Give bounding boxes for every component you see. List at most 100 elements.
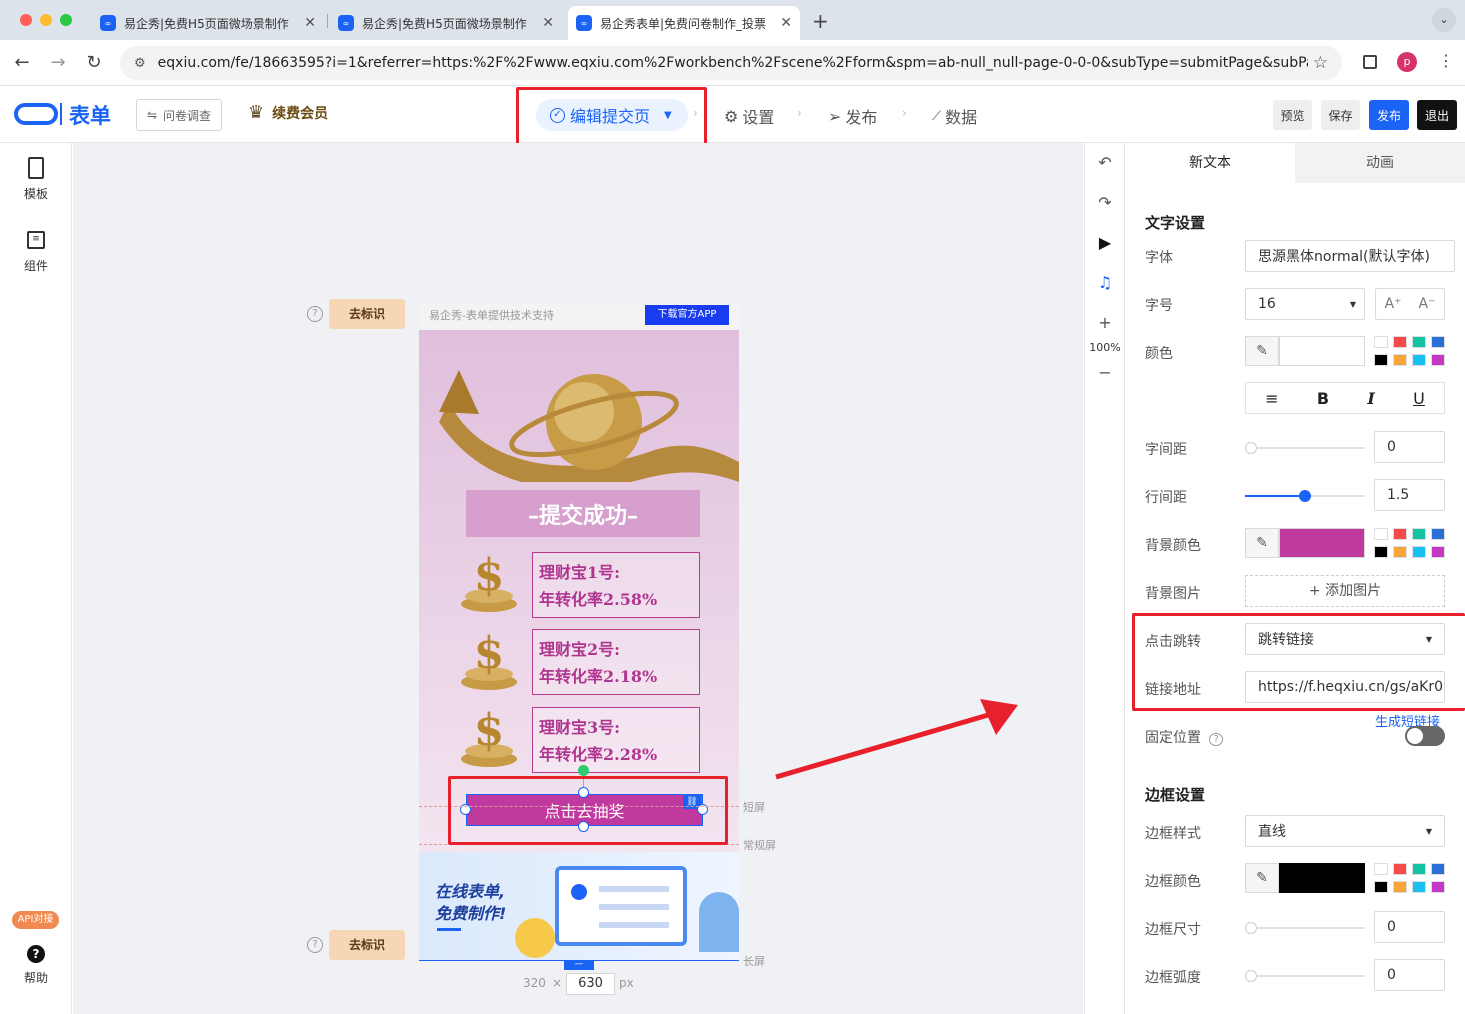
- palette-color[interactable]: [1393, 881, 1407, 893]
- eyedropper-icon[interactable]: ✎: [1245, 863, 1279, 893]
- palette-color[interactable]: [1393, 546, 1407, 558]
- tab-new-text[interactable]: 新文本: [1125, 143, 1295, 183]
- palette-color[interactable]: [1431, 528, 1445, 540]
- palette-color[interactable]: [1393, 528, 1407, 540]
- palette-color[interactable]: [1412, 863, 1426, 875]
- palette-color[interactable]: [1412, 336, 1426, 348]
- letter-spacing-input[interactable]: 0: [1374, 431, 1445, 463]
- redo-icon[interactable]: ↷: [1085, 193, 1125, 212]
- palette-color[interactable]: [1374, 863, 1388, 875]
- exit-button[interactable]: 退出: [1417, 100, 1457, 130]
- rotate-handle[interactable]: [578, 765, 589, 776]
- palette-color[interactable]: [1431, 881, 1445, 893]
- eyedropper-icon[interactable]: ✎: [1245, 336, 1279, 366]
- decrease-font-button[interactable]: A⁻: [1419, 296, 1436, 312]
- free-form-banner[interactable]: 在线表单, 免费制作!: [419, 852, 739, 960]
- bg-color-swatch[interactable]: [1279, 528, 1365, 558]
- question-icon[interactable]: ?: [307, 306, 323, 322]
- forward-icon[interactable]: →: [47, 52, 69, 73]
- undo-icon[interactable]: ↶: [1085, 153, 1125, 172]
- border-color-swatch[interactable]: [1279, 863, 1365, 893]
- letter-spacing-slider[interactable]: [1245, 442, 1365, 454]
- palette-color[interactable]: [1374, 354, 1388, 366]
- tab-search-chevron-icon[interactable]: ⌄: [1432, 8, 1456, 32]
- height-drag-handle[interactable]: —: [564, 960, 594, 970]
- browser-menu-icon[interactable]: ⋮: [1438, 51, 1454, 70]
- remove-mark-button-top[interactable]: 去标识: [329, 299, 405, 329]
- profile-avatar[interactable]: p: [1397, 52, 1417, 72]
- site-info-icon[interactable]: ⚙: [134, 56, 146, 71]
- palette-color[interactable]: [1374, 336, 1388, 348]
- slider-knob[interactable]: [1245, 922, 1257, 934]
- address-bar[interactable]: ⚙ eqxiu.com/fe/18663595?i=1&referrer=htt…: [120, 46, 1342, 80]
- download-app-button[interactable]: 下载官方APP: [645, 305, 729, 325]
- sidebar-item-components[interactable]: ≡ 组件: [0, 231, 72, 274]
- palette-color[interactable]: [1431, 354, 1445, 366]
- question-icon[interactable]: ?: [307, 937, 323, 953]
- eyedropper-icon[interactable]: ✎: [1245, 528, 1279, 558]
- save-button[interactable]: 保存: [1321, 100, 1360, 130]
- vip-renew-button[interactable]: ♛ 续费会员: [248, 102, 328, 123]
- question-icon[interactable]: ?: [1209, 733, 1223, 746]
- align-center-icon[interactable]: ≡: [1265, 389, 1278, 408]
- bold-button[interactable]: B: [1317, 389, 1329, 408]
- new-tab-button[interactable]: +: [812, 9, 829, 33]
- border-size-input[interactable]: 0: [1374, 911, 1445, 943]
- canvas-height-input[interactable]: 630: [566, 973, 615, 995]
- border-style-select[interactable]: 直线 ▼: [1245, 815, 1445, 847]
- tab-animation[interactable]: 动画: [1295, 143, 1465, 183]
- zoom-out-icon[interactable]: −: [1085, 363, 1125, 382]
- text-color-swatch[interactable]: [1279, 336, 1365, 366]
- survey-switch-button[interactable]: ⇋ 问卷调查: [136, 99, 222, 131]
- api-badge[interactable]: API对接: [12, 911, 59, 929]
- back-icon[interactable]: ←: [11, 52, 33, 73]
- browser-tab-3[interactable]: ∞ 易企秀表单|免费问卷制作_投票 ✕: [568, 6, 800, 40]
- minimize-window-button[interactable]: [40, 14, 52, 26]
- help-button[interactable]: ? 帮助: [0, 945, 72, 986]
- border-radius-input[interactable]: 0: [1374, 959, 1445, 991]
- palette-color[interactable]: [1412, 546, 1426, 558]
- bookmark-star-icon[interactable]: ☆: [1313, 53, 1328, 73]
- line-height-slider[interactable]: [1245, 490, 1365, 502]
- palette-color[interactable]: [1374, 546, 1388, 558]
- remove-mark-button-bottom[interactable]: 去标识: [329, 930, 405, 960]
- palette-color[interactable]: [1412, 528, 1426, 540]
- browser-tab-2[interactable]: ∞ 易企秀|免费H5页面微场景制作 ✕: [330, 6, 562, 40]
- sidebar-item-templates[interactable]: 模板: [0, 157, 72, 202]
- close-tab-icon[interactable]: ✕: [304, 15, 316, 31]
- zoom-in-icon[interactable]: +: [1085, 313, 1125, 332]
- palette-color[interactable]: [1374, 881, 1388, 893]
- publish-button[interactable]: 发布: [1369, 100, 1409, 130]
- close-tab-icon[interactable]: ✕: [542, 15, 554, 31]
- slider-knob[interactable]: [1245, 442, 1257, 454]
- palette-color[interactable]: [1431, 863, 1445, 875]
- underline-button[interactable]: U: [1413, 389, 1425, 408]
- increase-font-button[interactable]: A⁺: [1385, 296, 1402, 312]
- font-size-select[interactable]: 16 ▼: [1245, 288, 1365, 320]
- step-settings[interactable]: ⚙ 设置: [724, 104, 774, 128]
- border-radius-slider[interactable]: [1245, 970, 1365, 982]
- maximize-window-button[interactable]: [60, 14, 72, 26]
- side-panel-icon[interactable]: [1363, 55, 1377, 69]
- border-size-slider[interactable]: [1245, 922, 1365, 934]
- palette-color[interactable]: [1431, 546, 1445, 558]
- palette-color[interactable]: [1412, 881, 1426, 893]
- line-height-input[interactable]: 1.5: [1374, 479, 1445, 511]
- palette-color[interactable]: [1374, 528, 1388, 540]
- add-image-button[interactable]: + 添加图片: [1245, 575, 1445, 607]
- step-data[interactable]: ⟋ 数据: [932, 104, 977, 128]
- step-publish[interactable]: ➢ 发布: [828, 104, 877, 128]
- palette-color[interactable]: [1393, 863, 1407, 875]
- close-tab-icon[interactable]: ✕: [780, 15, 792, 31]
- browser-tab-1[interactable]: ∞ 易企秀|免费H5页面微场景制作 ✕: [92, 6, 324, 40]
- palette-color[interactable]: [1431, 336, 1445, 348]
- palette-color[interactable]: [1393, 336, 1407, 348]
- font-select[interactable]: 思源黑体normal(默认字体): [1245, 240, 1455, 272]
- close-window-button[interactable]: [20, 14, 32, 26]
- reload-icon[interactable]: ↻: [83, 52, 105, 73]
- italic-button[interactable]: I: [1367, 389, 1374, 408]
- slider-knob[interactable]: [1245, 970, 1257, 982]
- palette-color[interactable]: [1393, 354, 1407, 366]
- preview-button[interactable]: 预览: [1273, 100, 1312, 130]
- play-icon[interactable]: ▶: [1085, 233, 1125, 252]
